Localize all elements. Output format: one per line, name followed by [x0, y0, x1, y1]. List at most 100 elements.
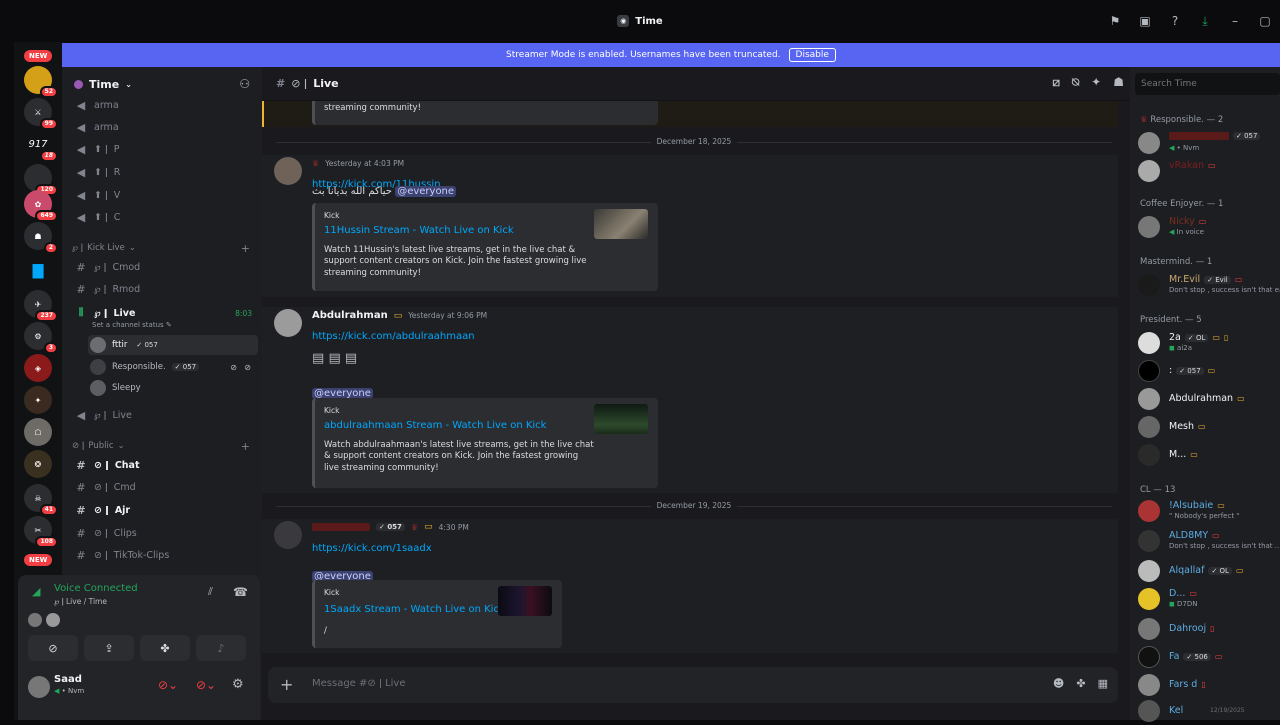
- server-icon[interactable]: ☖: [24, 418, 52, 446]
- embed-thumbnail[interactable]: [498, 586, 552, 616]
- server-icon[interactable]: ☗ 2: [24, 222, 58, 254]
- embed-title[interactable]: abdulraahmaan Stream - Watch Live on Kic…: [324, 420, 546, 431]
- member-item[interactable]: M... ▭: [1138, 443, 1280, 469]
- server-icon[interactable]: ⚔ 99: [24, 98, 58, 130]
- inbox-icon[interactable]: ▣: [1130, 6, 1160, 36]
- soundboard-button[interactable]: ♪: [196, 635, 246, 661]
- channel-item[interactable]: # ⊘ ǀ Chat: [72, 455, 258, 475]
- avatar[interactable]: [274, 521, 302, 549]
- message-link[interactable]: https://kick.com/abdulraahmaan: [312, 324, 475, 343]
- server-icon[interactable]: ☠ 41: [24, 484, 58, 516]
- server-icon[interactable]: ✦: [24, 386, 52, 414]
- voice-location[interactable]: Live / Time: [66, 597, 107, 606]
- flag-icon[interactable]: ⚑: [1100, 6, 1130, 36]
- channel-item[interactable]: # ⊘ ǀ TikTok-Clips: [72, 545, 258, 565]
- category-public[interactable]: ⊘ ǀ Public ⌄ +: [72, 440, 258, 453]
- minimize-button[interactable]: –: [1220, 6, 1250, 36]
- message-composer[interactable]: + Message #⊘ ǀ Live ☻ ✤ ▦: [268, 667, 1118, 703]
- channel-item[interactable]: # ⊘ ǀ Cmd: [72, 477, 258, 497]
- add-channel-icon[interactable]: +: [241, 440, 250, 453]
- screenshare-button[interactable]: ⇪: [84, 635, 134, 661]
- disable-button[interactable]: Disable: [788, 48, 836, 62]
- help-icon[interactable]: ?: [1160, 6, 1190, 36]
- member-item[interactable]: Fars d ▯: [1138, 673, 1280, 699]
- maximize-button[interactable]: ▢: [1250, 6, 1280, 36]
- avatar[interactable]: [28, 676, 50, 698]
- channel-item[interactable]: ◀ ⬆ ǀ V: [72, 185, 258, 205]
- search-input[interactable]: [1135, 73, 1280, 95]
- member-item[interactable]: Mr.Evil ✓ Evil ▭ Don't stop , success isn't…: [1138, 273, 1280, 299]
- server-icon[interactable]: ✿ 649: [24, 190, 58, 222]
- member-item[interactable]: !Alsubaie ▭ " Nobody's perfect ": [1138, 499, 1280, 525]
- server-icon[interactable]: ✂ 108: [24, 516, 58, 548]
- member-item[interactable]: Dahrooj ▯: [1138, 617, 1280, 643]
- member-item[interactable]: Alqallaf ✓ OL ▭: [1138, 559, 1280, 585]
- server-icon[interactable]: ◈: [24, 354, 52, 382]
- channel-item[interactable]: ◀ ⬆ ǀ C: [72, 207, 258, 227]
- member-item[interactable]: vRakan ▭: [1138, 159, 1280, 185]
- embed-thumbnail[interactable]: [594, 209, 648, 239]
- link-text[interactable]: https://kick.com/1saadx: [312, 543, 432, 554]
- threads-icon[interactable]: ⧄: [1052, 75, 1060, 90]
- avatar[interactable]: [274, 157, 302, 185]
- composer-placeholder[interactable]: Message #⊘ ǀ Live: [312, 678, 406, 689]
- emoji-icon[interactable]: ☻: [1053, 677, 1064, 690]
- embed-title[interactable]: 1Saadx Stream - Watch Live on Kick: [324, 604, 505, 615]
- apps-icon[interactable]: ✤: [1076, 677, 1085, 690]
- voice-user[interactable]: Responsible. ✓ 057 ⊘ ⊘: [90, 357, 255, 377]
- settings-gear-icon[interactable]: ⚙: [232, 677, 244, 692]
- channel-item[interactable]: ◀ ℘ ǀ Live: [72, 405, 258, 425]
- mute-channel-icon[interactable]: ⍉: [1072, 75, 1079, 90]
- deafen-icon[interactable]: ⊘⌄: [196, 678, 216, 692]
- member-item[interactable]: D... ▭ ◼ D7DN: [1138, 587, 1280, 613]
- server-icon[interactable]: 52: [24, 66, 58, 98]
- member-item[interactable]: Fa ✓ 506 ▭: [1138, 645, 1280, 671]
- channel-item[interactable]: # ℘ ǀ Cmod: [72, 257, 258, 277]
- channel-item[interactable]: # ⊘ ǀ Clips: [72, 523, 258, 543]
- download-icon[interactable]: ⤓: [1190, 6, 1220, 36]
- noise-suppression-icon[interactable]: ⫽: [208, 585, 213, 599]
- server-icon[interactable]: ❂: [24, 450, 52, 478]
- member-item[interactable]: Abdulrahman ▭: [1138, 387, 1280, 413]
- channel-item[interactable]: # ℘ ǀ Rmod: [72, 279, 258, 299]
- author-name[interactable]: Abdulrahman: [312, 310, 388, 321]
- channel-item-live-active[interactable]: ⦀ ℘ ǀ Live 8:03: [72, 303, 258, 323]
- attach-plus-icon[interactable]: +: [280, 675, 293, 694]
- activities-button[interactable]: ✤: [140, 635, 190, 661]
- channel-item[interactable]: ◀ ⬆ ǀ R: [72, 162, 258, 182]
- member-item[interactable]: Kel: [1138, 699, 1280, 725]
- mention[interactable]: @everyone: [395, 186, 457, 197]
- embed-thumbnail[interactable]: [594, 404, 648, 434]
- channel-item[interactable]: ◀ arma: [72, 117, 258, 137]
- member-item[interactable]: ✓ 057 ◀ • Nvm: [1138, 131, 1280, 157]
- category-kick-live[interactable]: ℘ ǀ Kick Live ⌄ +: [72, 242, 258, 255]
- server-icon[interactable]: ⚙ 3: [24, 322, 58, 354]
- link-text[interactable]: https://kick.com/abdulraahmaan: [312, 331, 475, 342]
- invite-icon[interactable]: ⚇: [239, 77, 250, 91]
- member-item[interactable]: 2a ✓ OL ▭ ▯ ◼ ai2a: [1138, 331, 1280, 357]
- camera-button[interactable]: ⊘: [28, 635, 78, 661]
- voice-user[interactable]: Sleepy: [90, 378, 255, 398]
- disconnect-icon[interactable]: ☎: [233, 585, 248, 599]
- channel-item[interactable]: ◀ ⬆ ǀ P: [72, 139, 258, 159]
- members-icon[interactable]: ☗: [1113, 75, 1124, 90]
- channel-item[interactable]: ◀ arma: [72, 95, 258, 115]
- member-item[interactable]: : ✓ 057 ▭: [1138, 359, 1280, 385]
- embed-title[interactable]: 11Hussin Stream - Watch Live on Kick: [324, 225, 514, 236]
- pin-icon[interactable]: ✦: [1091, 75, 1101, 90]
- voice-user[interactable]: fttir ✓ 057: [88, 335, 258, 355]
- add-channel-icon[interactable]: +: [241, 242, 250, 255]
- folder-icon[interactable]: ▇: [24, 257, 52, 285]
- member-item[interactable]: Mesh ▭: [1138, 415, 1280, 441]
- avatar[interactable]: [274, 309, 302, 337]
- channel-status[interactable]: Set a channel status ✎: [92, 321, 172, 329]
- message-link[interactable]: https://kick.com/1saadx: [312, 536, 432, 555]
- member-item[interactable]: ALD8MY ▭ Don't stop , success isn't that .…: [1138, 529, 1280, 555]
- member-item[interactable]: Nicky ▭ ◀ In voice: [1138, 215, 1280, 241]
- gift-icon[interactable]: ▦: [1098, 677, 1108, 690]
- server-icon[interactable]: ✈ 237: [24, 290, 58, 322]
- server-icon[interactable]: 120: [24, 164, 58, 196]
- channel-item[interactable]: # ⊘ ǀ Ajr: [72, 500, 258, 520]
- mute-icon[interactable]: ⊘⌄: [158, 678, 178, 692]
- server-icon[interactable]: 917 18: [24, 130, 58, 162]
